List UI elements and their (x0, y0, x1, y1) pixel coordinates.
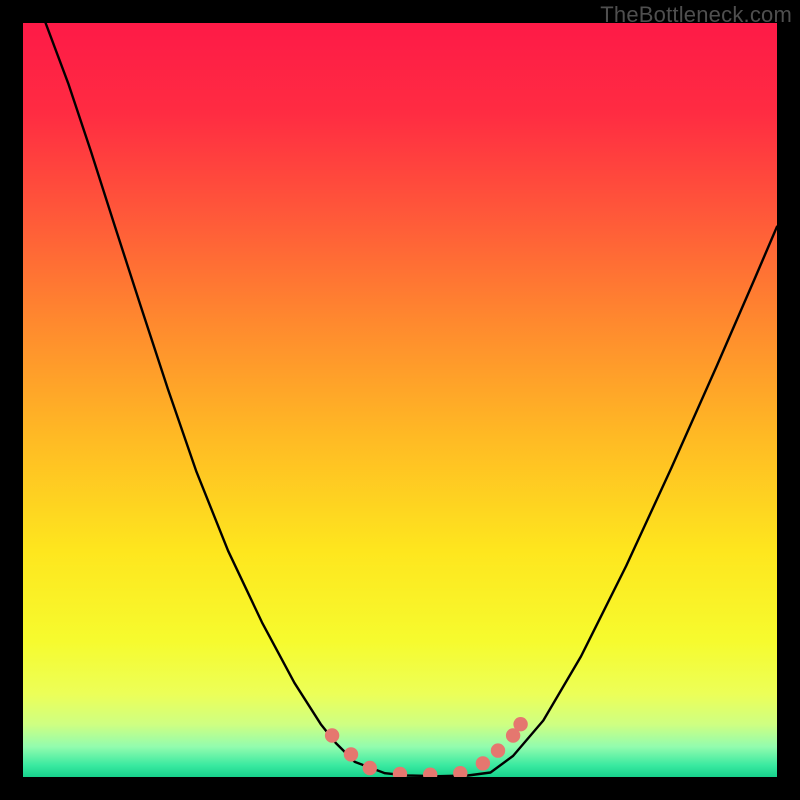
curve-marker (476, 756, 490, 770)
plot-area (23, 23, 777, 777)
curve-marker (325, 728, 339, 742)
watermark-text: TheBottleneck.com (600, 2, 792, 28)
curve-marker (453, 766, 467, 777)
curve-marker (491, 743, 505, 757)
bottleneck-curve (23, 23, 777, 777)
curve-marker (344, 747, 358, 761)
curve-marker (423, 768, 437, 778)
curve-marker (513, 717, 527, 731)
curve-marker (393, 767, 407, 777)
outer-frame: TheBottleneck.com (0, 0, 800, 800)
curve-marker (363, 761, 377, 775)
